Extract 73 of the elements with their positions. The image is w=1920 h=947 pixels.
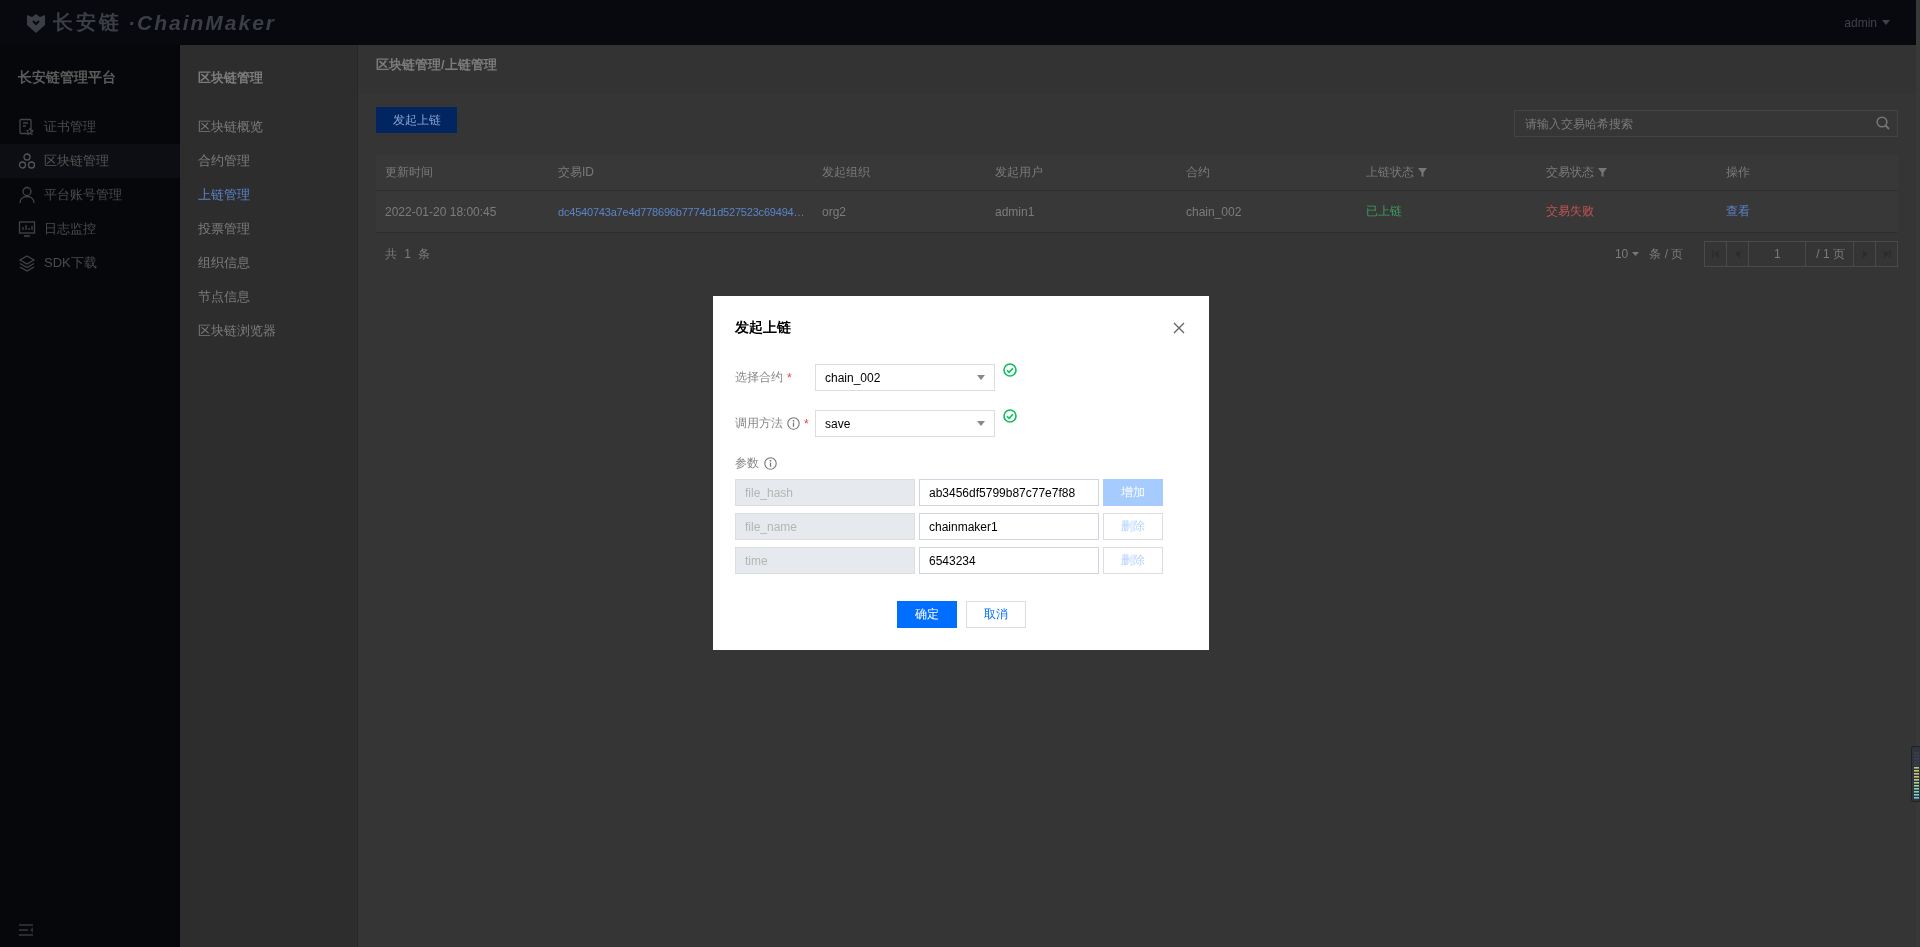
layers-icon [18, 254, 36, 272]
caret-down-icon [977, 375, 985, 380]
sidebar-item[interactable]: 证书管理 [0, 110, 180, 144]
subnav-item[interactable]: 节点信息 [180, 280, 357, 314]
subnav-title: 区块链管理 [197, 69, 264, 87]
subnav-item[interactable]: 上链管理 [180, 178, 357, 212]
column-header: 发起组织 [822, 164, 870, 181]
column-header: 上链状态 [1366, 164, 1414, 181]
sidebar-item[interactable]: 区块链管理 [0, 144, 180, 178]
info-icon[interactable] [764, 456, 777, 470]
params-label: 参数 [735, 454, 759, 472]
sidebar-item[interactable]: 日志监控 [0, 212, 180, 246]
subnav-item[interactable]: 投票管理 [180, 212, 357, 246]
total-count: 共 1 条 [384, 245, 431, 263]
column-header: 操作 [1726, 164, 1750, 181]
transaction-link[interactable]: dc4540743a7e4d778696b7774d1d527523c69494… [558, 205, 805, 218]
shield-logo-icon [25, 11, 47, 34]
info-icon[interactable] [787, 417, 800, 430]
page-size-unit: 条 / 页 [1649, 245, 1684, 263]
param-value-field[interactable]: ab3456df5799b87c77e7f88 [919, 479, 1099, 506]
table-cell: org2 [822, 204, 847, 219]
column-header: 交易状态 [1546, 164, 1594, 181]
subnav-item[interactable]: 合约管理 [180, 144, 357, 178]
subnav-item[interactable]: 组织信息 [180, 246, 357, 280]
search-input[interactable]: 请输入交易哈希搜索 [1514, 110, 1898, 137]
subnav-item[interactable]: 区块链浏览器 [180, 314, 357, 348]
page-input[interactable]: 1 [1748, 241, 1807, 267]
select-field[interactable]: save [815, 410, 995, 437]
table-cell: admin1 [995, 204, 1035, 219]
filter-icon[interactable] [1418, 168, 1427, 177]
dialog-title: 发起上链 [735, 319, 791, 337]
field-label: 调用方法 [735, 415, 783, 432]
search-icon[interactable] [1876, 116, 1890, 130]
column-header: 合约 [1186, 164, 1210, 181]
sidebar-title: 长安链管理平台 [17, 68, 117, 87]
certificate-icon [18, 118, 36, 136]
monitor-chart-icon [18, 220, 36, 238]
param-value-field[interactable]: chainmaker1 [919, 513, 1099, 540]
cluster-icon [18, 152, 36, 170]
page-size-select[interactable]: 10 [1614, 247, 1629, 261]
sidebar-item[interactable]: SDK下载 [0, 246, 180, 280]
breadcrumb: 区块链管理/上链管理 [376, 55, 497, 74]
level-meter-icon[interactable] [1911, 746, 1920, 802]
required-mark: * [787, 371, 792, 384]
select-field[interactable]: chain_002 [815, 364, 995, 391]
subnav-item[interactable]: 区块链概览 [180, 110, 357, 144]
column-header: 更新时间 [385, 164, 433, 181]
confirm-button[interactable]: 确定 [896, 601, 957, 628]
table-cell: chain_002 [1186, 204, 1242, 219]
page-count: / 1 页 [1816, 245, 1845, 263]
filter-icon[interactable] [1598, 168, 1607, 177]
param-name-field: file_name [735, 513, 915, 540]
user-menu[interactable]: admin [1844, 15, 1877, 30]
user-icon [18, 186, 36, 204]
column-header: 交易ID [558, 164, 594, 181]
view-link[interactable]: 查看 [1726, 203, 1750, 220]
field-label: 选择合约 [735, 369, 783, 386]
caret-down-icon [977, 421, 985, 426]
table-cell: 已上链 [1366, 203, 1402, 220]
caret-down-icon [1632, 252, 1640, 256]
required-mark: * [804, 417, 809, 430]
caret-down-icon [1882, 20, 1890, 25]
column-header: 发起用户 [995, 164, 1043, 181]
param-value-field[interactable]: 6543234 [919, 547, 1099, 574]
collapse-menu-icon[interactable] [19, 924, 33, 936]
sidebar-item[interactable]: 平台账号管理 [0, 178, 180, 212]
close-icon[interactable] [1173, 322, 1185, 334]
table-cell: 交易失败 [1546, 203, 1594, 220]
param-name-field: time [735, 547, 915, 574]
param-name-field: file_hash [735, 479, 915, 506]
cancel-button[interactable]: 取消 [965, 601, 1026, 628]
new-transaction-button[interactable]: 发起上链 [376, 107, 457, 133]
table-cell: 2022-01-20 18:00:45 [385, 204, 497, 219]
